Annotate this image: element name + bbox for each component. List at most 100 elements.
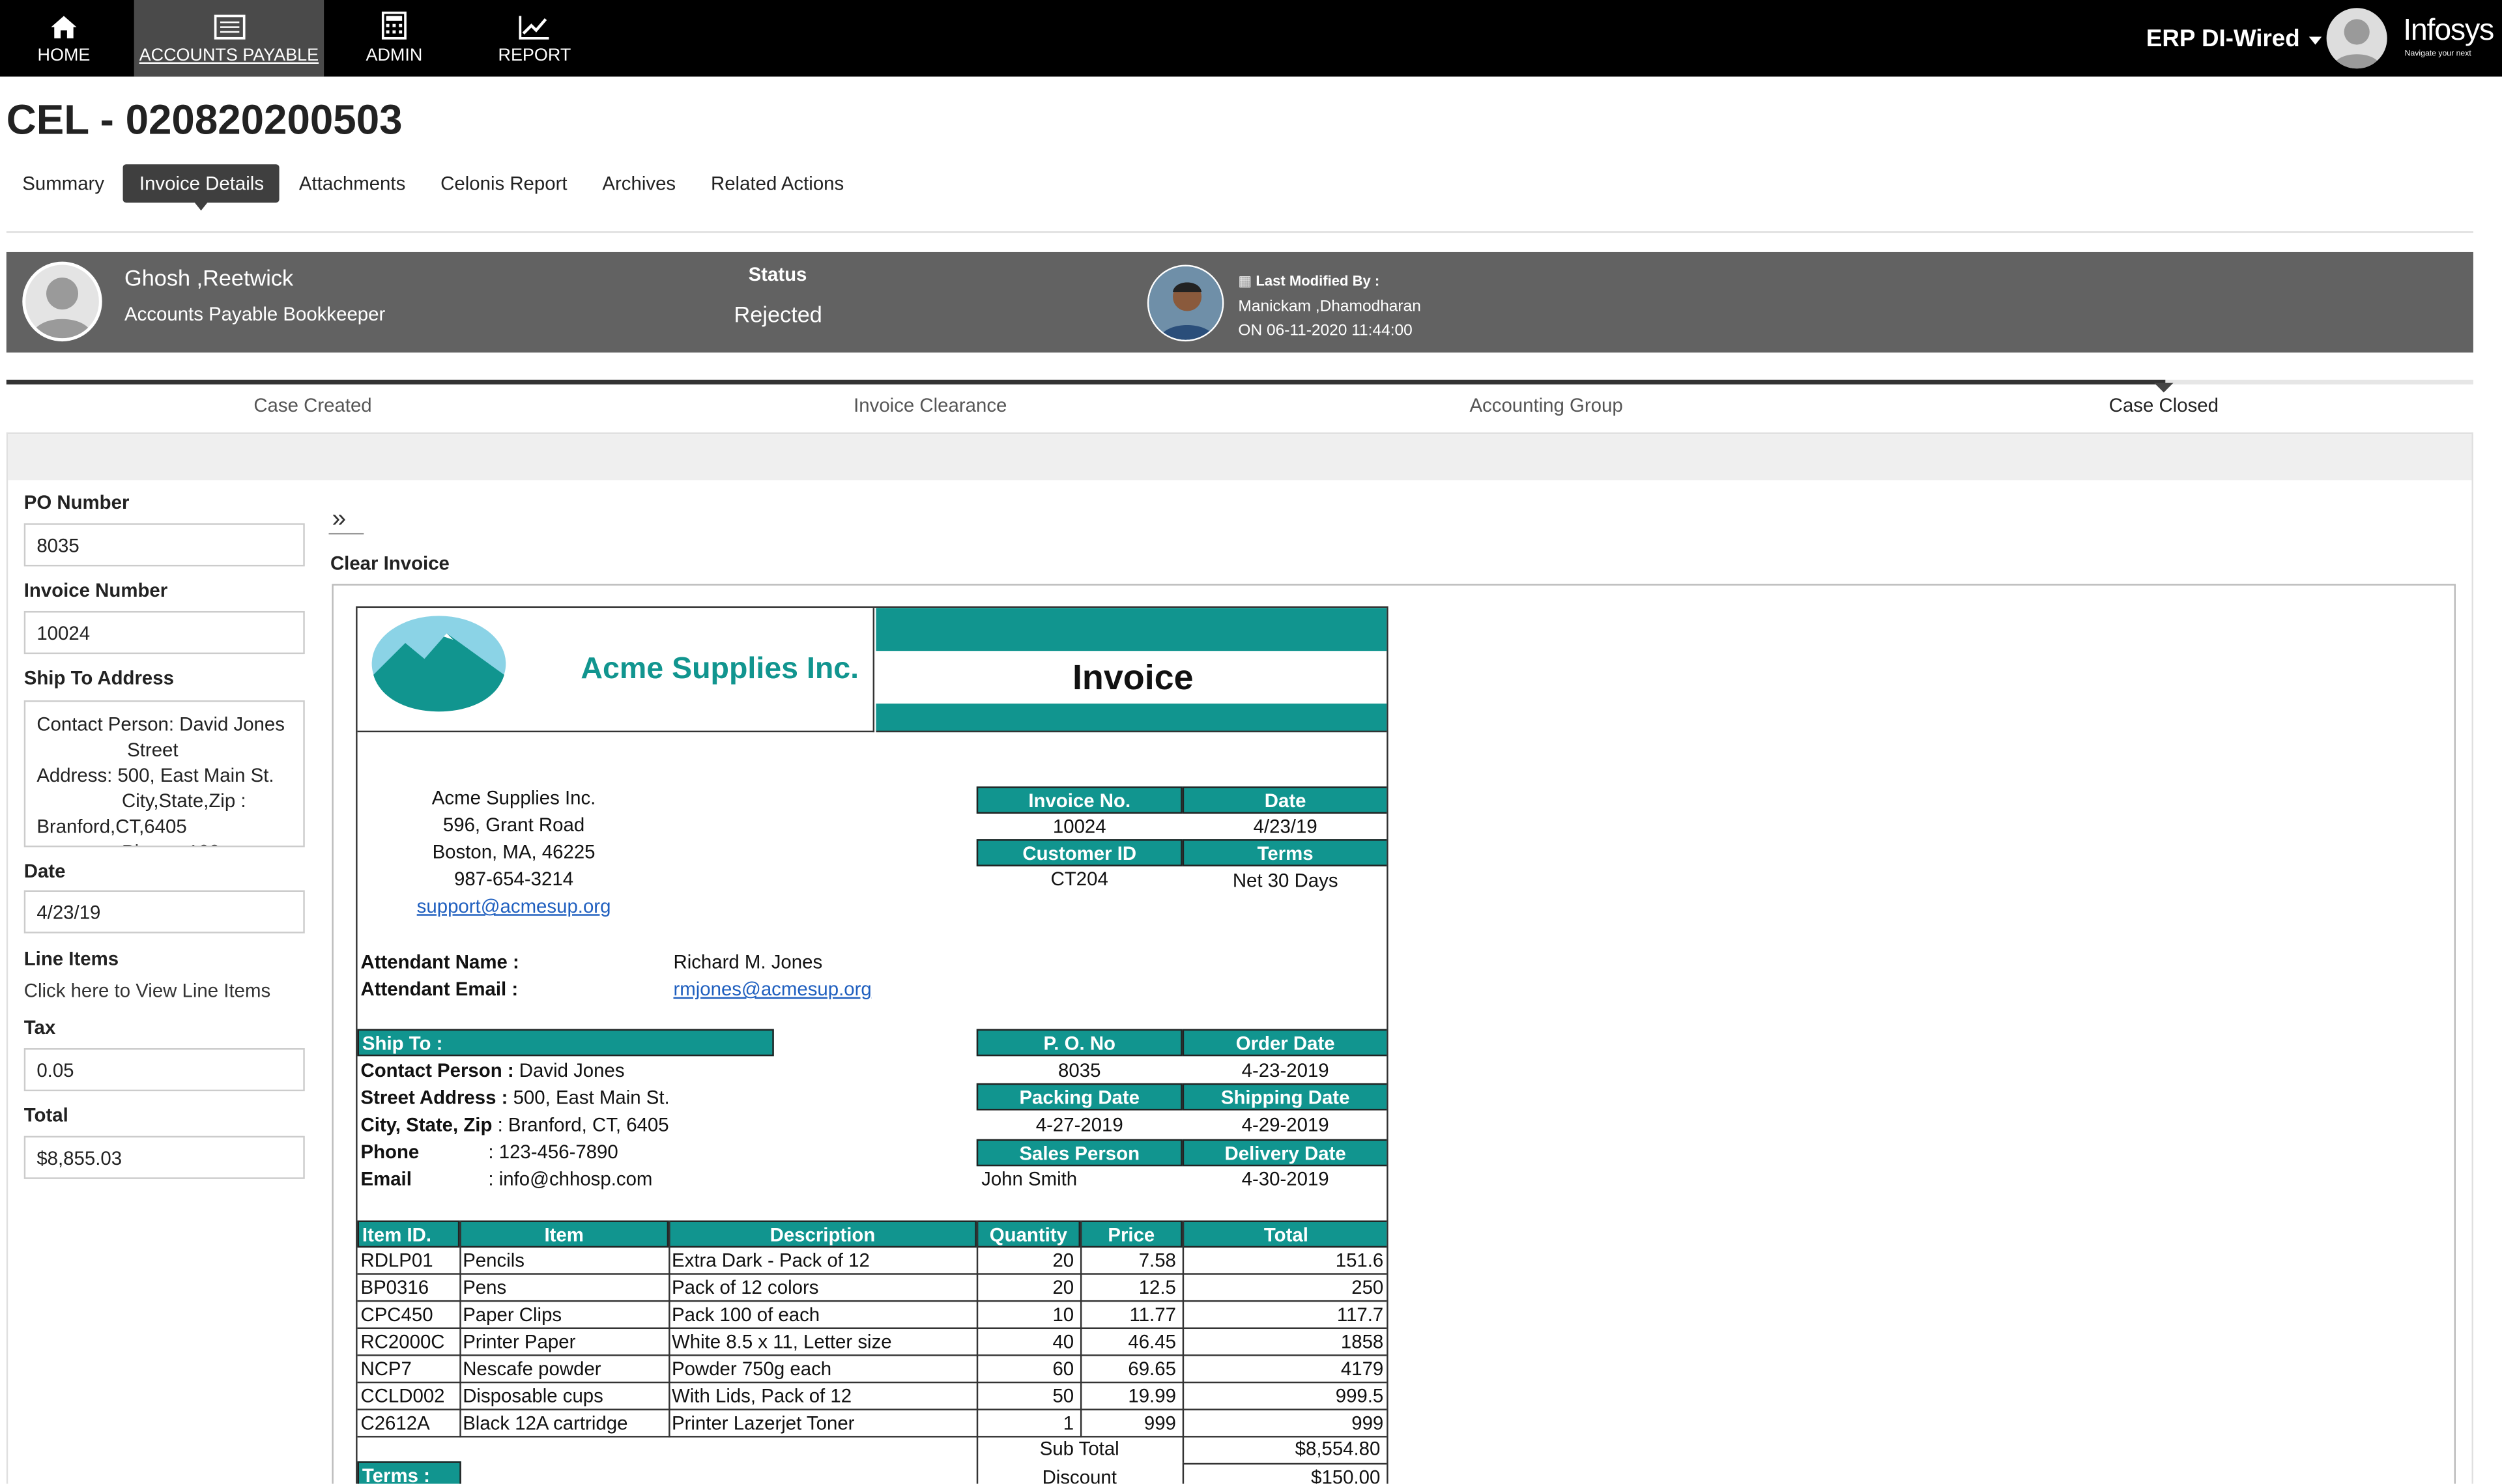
vendor-address-line: Boston, MA, 46225 bbox=[432, 840, 596, 863]
table-cell: Nescafe powder bbox=[463, 1358, 601, 1380]
po-number-field[interactable]: 8035 bbox=[23, 523, 305, 567]
order-value: 4-23-2019 bbox=[1241, 1059, 1329, 1082]
invoice-title-band-bottom bbox=[876, 704, 1387, 733]
ship-row-label: Email bbox=[360, 1167, 412, 1190]
table-cell: CCLD002 bbox=[360, 1384, 445, 1408]
expand-underline bbox=[328, 532, 364, 535]
item-column-header: Quantity bbox=[976, 1220, 1080, 1248]
invoice-number-field[interactable]: 10024 bbox=[23, 610, 305, 655]
owner-name: Ghosh ,Reetwick bbox=[124, 264, 294, 291]
meta-header: Terms bbox=[1182, 839, 1387, 866]
stage-progress bbox=[6, 379, 2473, 385]
date-field[interactable]: 4/23/19 bbox=[23, 890, 305, 934]
po-number-label: PO Number bbox=[23, 491, 130, 514]
expand-panel-icon[interactable]: » bbox=[332, 506, 346, 534]
total-field[interactable]: $8,855.03 bbox=[23, 1135, 305, 1179]
ship-to-header: Ship To : bbox=[357, 1029, 774, 1057]
app-switcher[interactable]: ERP DI-Wired bbox=[2146, 25, 2322, 53]
table-cell: Powder 750g each bbox=[672, 1358, 832, 1380]
tab-attachments[interactable]: Attachments bbox=[283, 164, 421, 203]
table-cell: Pack of 12 colors bbox=[672, 1276, 819, 1299]
last-modified-label: ▦ Last Modified By : bbox=[1238, 273, 1379, 291]
table-cell: 117.7 bbox=[1336, 1303, 1384, 1326]
ship-to-address-field[interactable]: Contact Person: David Jones Street Addre… bbox=[23, 700, 305, 848]
tab-archives[interactable]: Archives bbox=[586, 164, 692, 203]
tab-bar: Summary Invoice Details Attachments Celo… bbox=[7, 164, 863, 211]
user-avatar[interactable] bbox=[2326, 8, 2387, 69]
support-email-link[interactable]: support@acmesup.org bbox=[405, 893, 622, 920]
attendant-email-label: Attendant Email : bbox=[360, 978, 519, 1001]
stage-invoice-clearance: Invoice Clearance bbox=[854, 393, 1007, 417]
totals-divider bbox=[976, 1436, 979, 1484]
user-silhouette-icon bbox=[31, 278, 93, 339]
table-cell: 20 bbox=[1052, 1276, 1074, 1299]
invoice-document: Acme Supplies Inc. Invoice Acme Supplies… bbox=[356, 606, 1388, 1484]
stage-accounting-group: Accounting Group bbox=[1469, 393, 1623, 417]
ship-row-label: City, State, Zip bbox=[360, 1113, 493, 1136]
table-cell: RC2000C bbox=[360, 1330, 445, 1353]
meta-header: Customer ID bbox=[976, 839, 1183, 866]
ledger-icon bbox=[213, 14, 245, 40]
ship-row-label: Contact Person : bbox=[360, 1059, 514, 1082]
nav-accounts-payable[interactable]: ACCOUNTS PAYABLE bbox=[134, 0, 324, 77]
item-column-header: Item bbox=[459, 1220, 669, 1248]
tab-invoice-details[interactable]: Invoice Details bbox=[123, 164, 280, 211]
calculator-icon bbox=[381, 11, 407, 40]
page-title: CEL - 020820200503 bbox=[6, 95, 403, 144]
table-cell: White 8.5 x 11, Letter size bbox=[672, 1330, 892, 1353]
divider bbox=[6, 231, 2473, 233]
table-cell: 999 bbox=[1143, 1412, 1176, 1434]
subtotal-box bbox=[1182, 1436, 1387, 1463]
line-items-label: Line Items bbox=[23, 947, 119, 970]
user-silhouette-icon bbox=[2333, 19, 2381, 69]
ship-row-value: : info@chhosp.com bbox=[488, 1167, 653, 1190]
tax-field[interactable]: 0.05 bbox=[23, 1048, 305, 1092]
invoice-details-panel: PO Number 8035 Invoice Number 10024 Ship… bbox=[6, 432, 2473, 1484]
terms-header: Terms : bbox=[357, 1461, 461, 1484]
table-cell: Pens bbox=[463, 1276, 507, 1299]
nav-home[interactable]: HOME bbox=[0, 0, 128, 77]
table-cell: RDLP01 bbox=[360, 1249, 433, 1272]
meta-value: CT204 bbox=[1050, 868, 1108, 891]
invoice-document-viewer[interactable]: Acme Supplies Inc. Invoice Acme Supplies… bbox=[332, 584, 2456, 1484]
table-cell: Extra Dark - Pack of 12 bbox=[672, 1249, 870, 1272]
nav-accounts-payable-label: ACCOUNTS PAYABLE bbox=[139, 46, 319, 66]
attendant-email-link[interactable]: rmjones@acmesup.org bbox=[673, 977, 871, 1004]
item-column-header: Item ID. bbox=[357, 1220, 460, 1248]
table-cell: 11.77 bbox=[1129, 1303, 1176, 1326]
table-cell: 50 bbox=[1052, 1384, 1074, 1408]
nav-admin[interactable]: ADMIN bbox=[338, 0, 450, 77]
tab-summary[interactable]: Summary bbox=[7, 164, 121, 203]
date-label: Date bbox=[23, 860, 66, 883]
table-cell: 60 bbox=[1052, 1358, 1074, 1380]
table-cell: NCP7 bbox=[360, 1358, 412, 1380]
table-cell: 151.6 bbox=[1335, 1249, 1384, 1272]
tab-celonis-report[interactable]: Celonis Report bbox=[425, 164, 583, 203]
nav-report[interactable]: REPORT bbox=[479, 0, 590, 77]
nav-home-label: HOME bbox=[37, 46, 91, 66]
owner-avatar bbox=[22, 261, 102, 342]
item-column-header: Total bbox=[1182, 1220, 1387, 1248]
column-divider bbox=[459, 1220, 461, 1438]
status-value: Rejected bbox=[734, 301, 822, 328]
table-cell: Printer Lazerjet Toner bbox=[672, 1412, 855, 1434]
table-cell: 46.45 bbox=[1128, 1330, 1176, 1353]
ship-row-value: David Jones bbox=[519, 1059, 625, 1082]
owner-role: Accounts Payable Bookkeeper bbox=[124, 303, 386, 326]
tab-related-actions[interactable]: Related Actions bbox=[695, 164, 860, 203]
home-icon bbox=[51, 16, 77, 38]
infosys-tagline: Navigate your next bbox=[2404, 49, 2471, 59]
view-line-items-link[interactable]: Click here to View Line Items bbox=[24, 980, 270, 1002]
mountain-logo-icon bbox=[371, 616, 506, 712]
current-stage-marker bbox=[2154, 382, 2174, 393]
chart-icon bbox=[519, 16, 549, 40]
column-divider bbox=[976, 1220, 979, 1438]
chevron-down-icon bbox=[2309, 36, 2322, 44]
table-cell: 4179 bbox=[1340, 1358, 1384, 1380]
table-cell: 20 bbox=[1052, 1249, 1074, 1272]
table-cell: 999.5 bbox=[1335, 1384, 1384, 1408]
order-value: John Smith bbox=[981, 1167, 1078, 1190]
ship-row-value: : Branford, CT, 6405 bbox=[497, 1113, 669, 1136]
order-header: Packing Date bbox=[976, 1083, 1183, 1111]
vendor-address-line: Acme Supplies Inc. bbox=[431, 786, 596, 809]
